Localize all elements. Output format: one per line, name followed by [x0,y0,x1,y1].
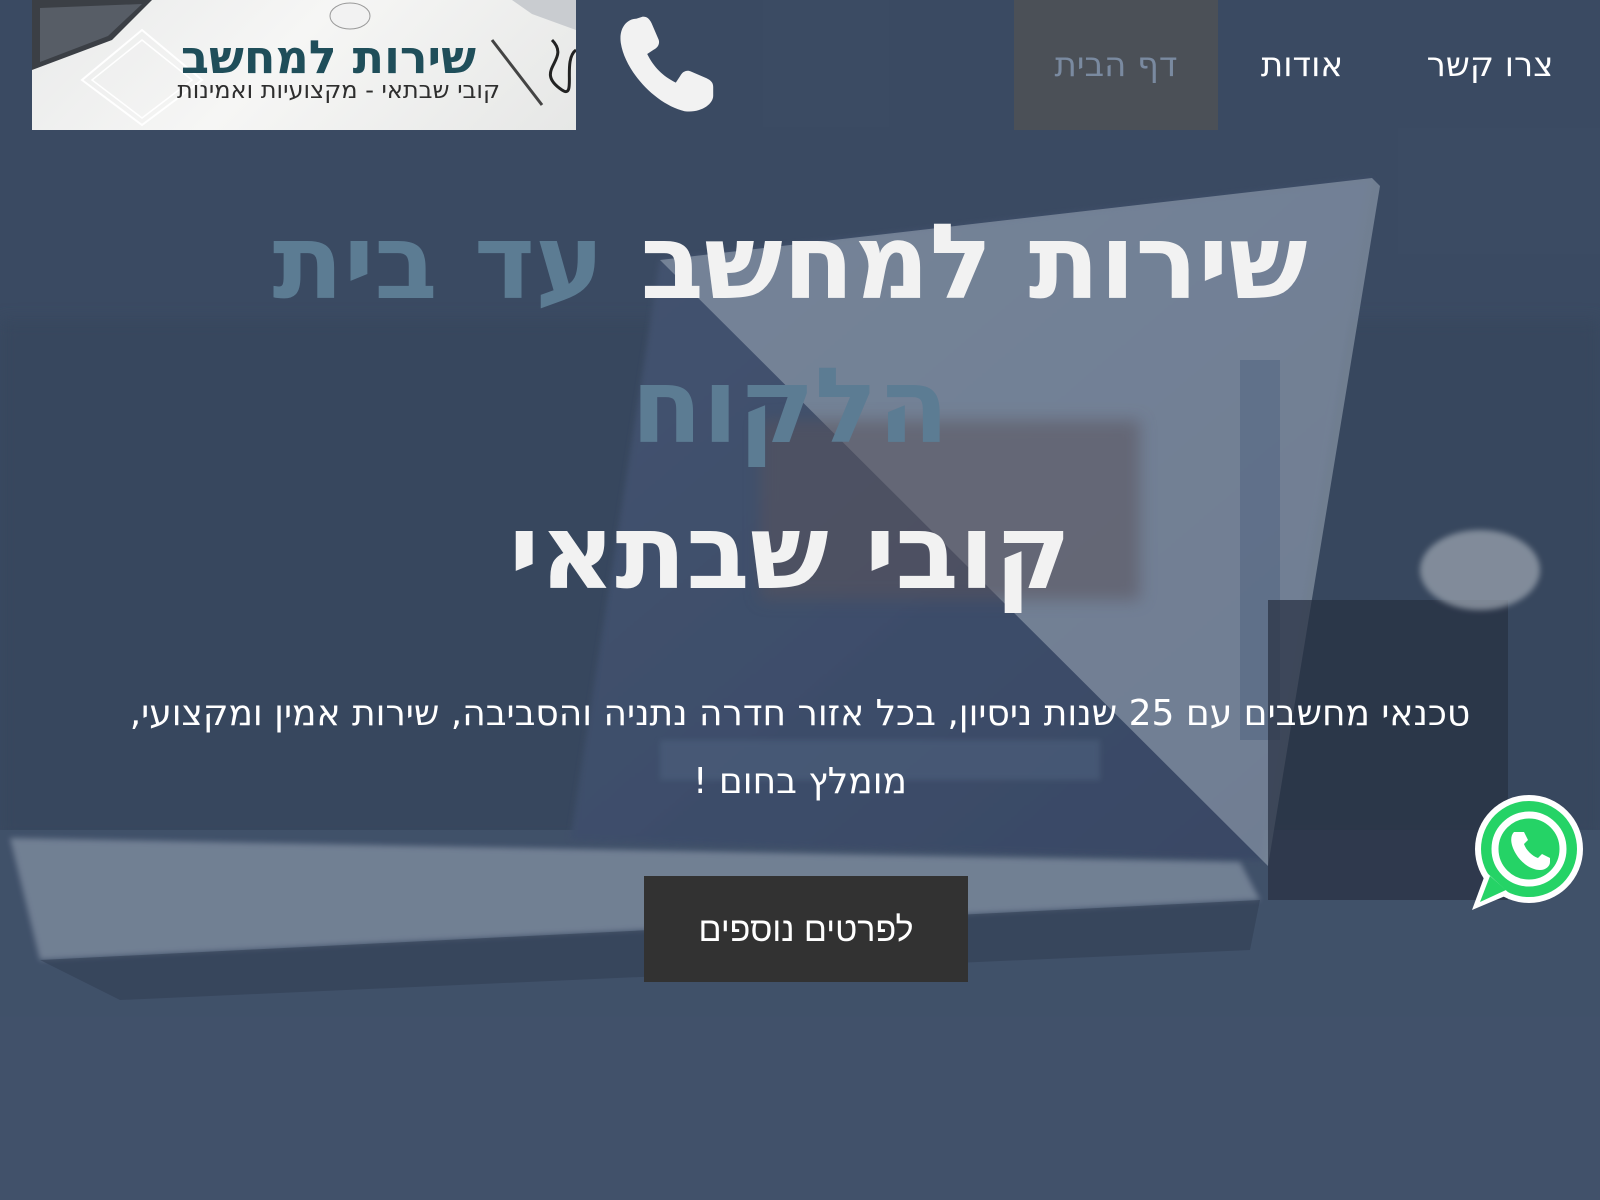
whatsapp-icon[interactable] [1468,790,1586,914]
nav-item-contact[interactable]: צרו קשר [1404,0,1576,130]
hero-title-main: שירות למחשב [640,201,1308,323]
main-nav: דף הבית אודות צרו קשר [1014,0,1600,130]
hero-title: שירות למחשב עד בית הלקוח [100,190,1480,478]
site-logo[interactable]: שירות למחשב קובי שבתאי - מקצועיות ואמינו… [32,0,576,130]
nav-item-about[interactable]: אודות [1232,0,1372,130]
hero-name: קובי שבתאי [508,491,1072,613]
page: שירות למחשב קובי שבתאי - מקצועיות ואמינו… [0,0,1600,1200]
hero-description: טכנאי מחשבים עם 25 שנות ניסיון, בכל אזור… [129,693,1471,802]
more-details-button[interactable]: לפרטים נוספים [644,876,968,982]
phone-icon[interactable] [612,10,722,120]
logo-subtitle: קובי שבתאי - מקצועיות ואמינות [176,76,500,104]
nav-item-home[interactable]: דף הבית [1014,0,1218,130]
